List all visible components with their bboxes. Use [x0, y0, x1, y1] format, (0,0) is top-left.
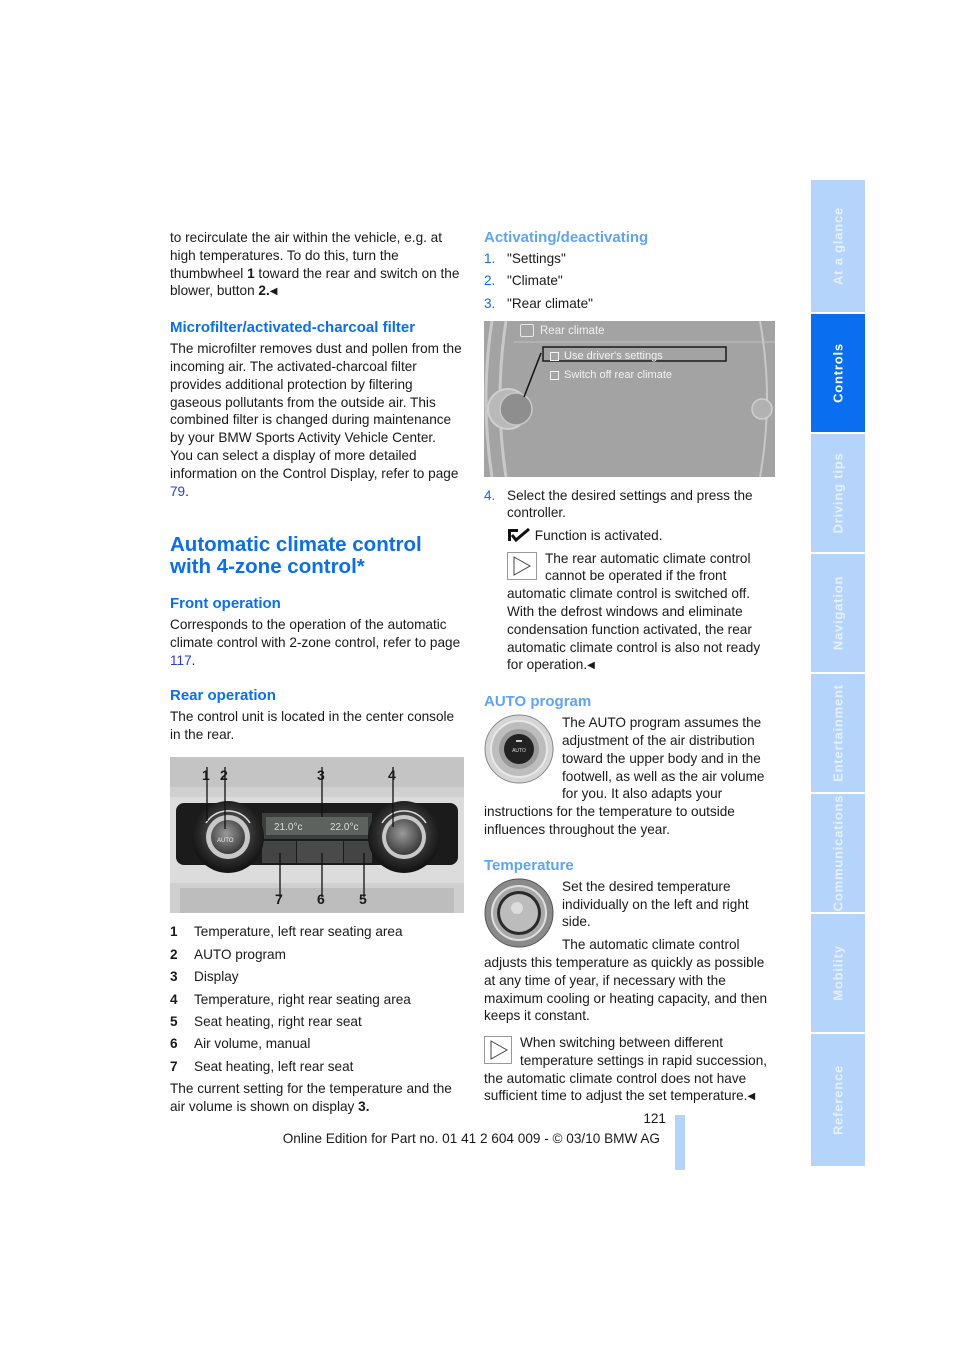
temperature-note: When switching between different tempera… [484, 1035, 768, 1104]
rear-climate-note: The rear automatic climate control canno… [507, 550, 761, 673]
tab-controls[interactable]: Controls [811, 314, 865, 432]
auto-program-section: AUTO The AUTO program assumes the adjust… [484, 714, 776, 839]
end-mark-icon: ◀ [587, 660, 595, 672]
checkbox-icon [550, 370, 559, 380]
tab-entertainment[interactable]: Entertainment [811, 674, 865, 792]
microfilter-heading: Microfilter/activated-charcoal filter [170, 319, 416, 337]
chapter-tabs: At a glance Controls Driving tips Naviga… [811, 180, 865, 1168]
main-heading: Automatic climate control with 4-zone co… [170, 533, 422, 579]
screen-frame [484, 320, 775, 477]
page-117-link[interactable]: 117 [170, 653, 192, 668]
end-mark-icon: ◀ [269, 286, 278, 298]
climate-icon [520, 323, 534, 337]
activating-heading: Activating/deactivating [484, 229, 649, 246]
activation-step-4: 4. Select the desired settings and press … [484, 487, 776, 523]
step-4-details: Function is activated. The rear automati… [507, 527, 776, 675]
legend-item: 3 Display [170, 969, 239, 985]
temperature-body-2: The automatic climate control adjusts th… [484, 937, 768, 1024]
note-triangle-icon [484, 1036, 512, 1065]
callout-6: 6 [317, 891, 325, 908]
tab-communications[interactable]: Communications [811, 794, 865, 912]
microfilter-body: The microfilter removes dust and pollen … [170, 341, 462, 446]
page-number: 121 [643, 1111, 666, 1126]
microfilter-body-2: You can select a display of more detaile… [170, 447, 459, 499]
auto-button-label: AUTO [217, 838, 234, 845]
note-triangle-icon [507, 551, 537, 580]
temperature-heading: Temperature [484, 856, 574, 874]
rear-climate-screen: Rear climate Use driver's settings Switc… [484, 320, 775, 477]
callout-5: 5 [359, 891, 367, 908]
step-item: 1. "Settings" [484, 251, 566, 266]
display-left-temp: 21.0°c [274, 822, 303, 834]
checkbox-icon [550, 351, 559, 361]
option-switch-off-rear-climate[interactable]: Switch off rear climate [550, 367, 672, 385]
tab-mobility[interactable]: Mobility [811, 914, 865, 1032]
footer-accent-bar [675, 1115, 685, 1170]
left-column: to recirculate the air within the vehicl… [170, 229, 464, 1116]
auto-knob-label: AUTO [512, 748, 526, 754]
display-right-temp: 22.0°c [330, 822, 359, 834]
legend-item: 7 Seat heating, left rear seat [170, 1058, 354, 1074]
front-operation-heading: Front operation [170, 595, 281, 613]
screen-title: Rear climate [540, 324, 605, 337]
intro-paragraph: to recirculate the air within the vehicl… [170, 230, 460, 299]
tab-driving-tips[interactable]: Driving tips [811, 434, 865, 552]
closing-paragraph: The current setting for the temperature … [170, 1081, 452, 1114]
end-mark-icon: ◀ [747, 1091, 756, 1103]
step-item: 2. "Climate" [484, 273, 563, 289]
callout-2: 2 [220, 767, 228, 784]
temperature-knob-icon [484, 878, 554, 948]
page-79-link[interactable]: 79 [170, 484, 185, 499]
callout-7: 7 [275, 891, 283, 908]
callout-3: 3 [317, 767, 325, 784]
legend-item: 6 Air volume, manual [170, 1036, 311, 1052]
step-item: 4. Select the desired settings and press … [484, 487, 753, 521]
legend-item: 5 Seat heating, right rear seat [170, 1013, 362, 1029]
function-activated-icon [508, 527, 530, 542]
front-operation-body: Corresponds to the operation of the auto… [170, 617, 461, 668]
rear-control-panel-photo: 1 2 3 4 7 6 5 21.0°c 22.0°c AUTO [170, 757, 464, 914]
activated-line: Function is activated. [507, 527, 776, 545]
legend-list: 1 Temperature, left rear seating area 2 AU… [170, 923, 462, 1075]
legend-item: 1 Temperature, left rear seating area [170, 924, 403, 940]
legend-item: 2 AUTO program [170, 946, 286, 962]
callout-4: 4 [388, 767, 396, 784]
callout-1: 1 [202, 767, 210, 784]
right-column: Activating/deactivating 1. "Settings" 2. "… [484, 229, 776, 1106]
temperature-section: Set the desired temperature individually… [484, 878, 776, 1107]
tab-navigation[interactable]: Navigation [811, 554, 865, 672]
tab-reference[interactable]: Reference [811, 1034, 865, 1166]
activation-steps: 1. "Settings" 2. "Climate" 3. "Rear climate… [484, 250, 776, 313]
step-item: 3. "Rear climate" [484, 295, 593, 311]
legend-item: 4 Temperature, right rear seating area [170, 991, 411, 1007]
auto-knob-icon: AUTO [484, 714, 554, 784]
edition-line: Online Edition for Part no. 01 41 2 604 … [282, 1131, 660, 1146]
rear-operation-body: The control unit is located in the cente… [170, 708, 455, 742]
tab-at-a-glance[interactable]: At a glance [811, 180, 865, 312]
rear-operation-heading: Rear operation [170, 686, 276, 704]
option-use-drivers-settings[interactable]: Use driver's settings [550, 348, 663, 366]
auto-program-heading: AUTO program [484, 693, 592, 711]
